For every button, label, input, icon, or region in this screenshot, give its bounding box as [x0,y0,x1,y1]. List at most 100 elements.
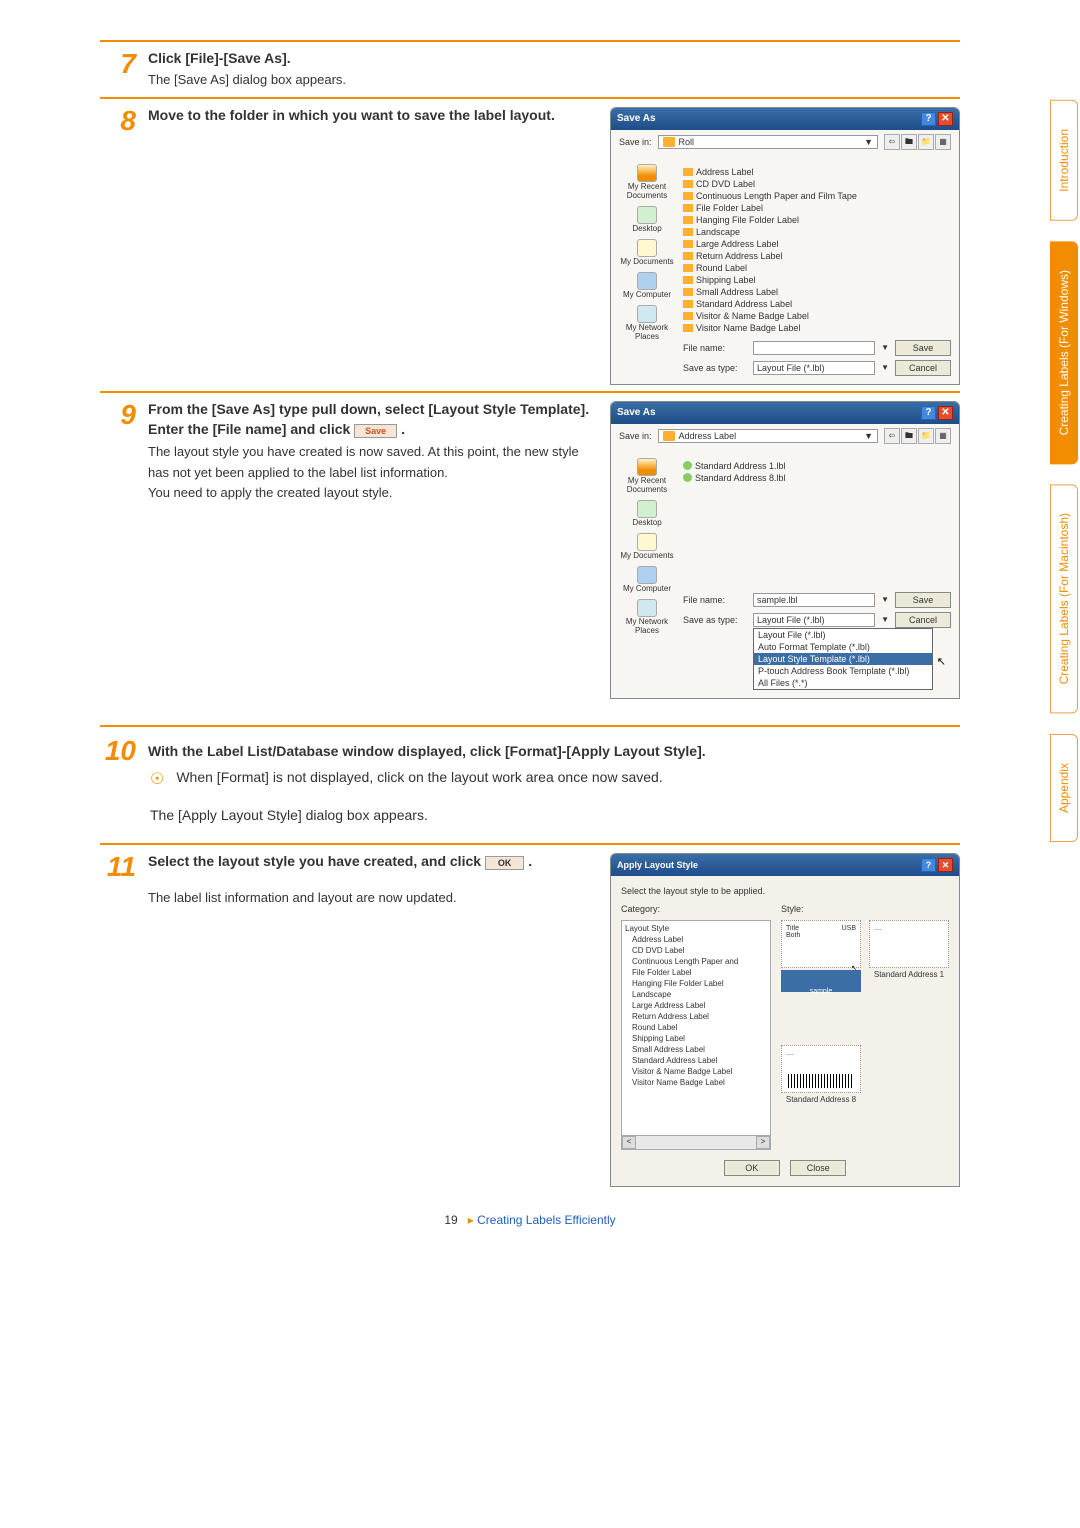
close-icon[interactable]: ✕ [938,858,953,872]
close-button[interactable]: Close [790,1160,846,1176]
tab-windows[interactable]: Creating Labels (For Windows) [1050,241,1078,464]
newfolder-icon[interactable]: 📁 [918,428,934,444]
tab-appendix[interactable]: Appendix [1050,734,1078,842]
dialog-title-text: Apply Layout Style [617,860,698,870]
dialog-title-text: Save As [617,113,656,124]
ok-inline-button: OK [485,856,525,870]
step-title: With the Label List/Database window disp… [148,737,706,759]
step-title: Click [File]-[Save As]. [148,50,960,66]
mydocs-icon[interactable] [637,239,657,257]
mycomputer-icon[interactable] [637,566,657,584]
step-8: 8 Move to the folder in which you want t… [100,97,960,385]
page-number: 19 [444,1213,457,1227]
save-inline-button: Save [354,424,397,438]
side-tabs: Introduction Creating Labels (For Window… [1050,100,1078,842]
back-icon[interactable]: ⇦ [884,134,900,150]
tip-icon: ☉ [150,769,164,789]
network-icon[interactable] [637,305,657,323]
close-icon[interactable]: ✕ [938,112,953,126]
step-number: 10 [100,737,136,765]
type-label: Save as type: [683,363,747,373]
save-as-dialog-1: Save As ? ✕ Save in: Roll▼ ⇦ 🖿 📁 [610,107,960,385]
save-button[interactable]: Save [895,592,951,608]
mycomputer-icon[interactable] [637,272,657,290]
preview-item[interactable]: Title USBBoth sample ↖ [781,920,861,1038]
tip-text: When [Format] is not displayed, click on… [176,769,662,785]
file-list[interactable]: Address Label CD DVD Label Continuous Le… [683,164,951,336]
ok-button[interactable]: OK [724,1160,780,1176]
save-button[interactable]: Save [895,340,951,356]
step-number: 8 [100,107,136,135]
file-list[interactable]: Standard Address 1.lbl Standard Address … [683,458,951,588]
nav-icons: ⇦ 🖿 📁 ▦ [884,134,951,150]
step-title-a: From the [Save As] type pull down, selec… [148,401,590,417]
footer-link[interactable]: Creating Labels Efficiently [477,1213,616,1227]
mydocs-icon[interactable] [637,533,657,551]
dialog-titlebar: Apply Layout Style ? ✕ [611,854,959,876]
close-icon[interactable]: ✕ [938,406,953,420]
preview-item[interactable]: .... Standard Address 1 [869,920,949,1038]
filename-label: File name: [683,343,747,353]
step-11: 11 Select the layout style you have crea… [100,843,960,1187]
back-icon[interactable]: ⇦ [884,428,900,444]
filename-input[interactable] [753,341,875,355]
type-dropdown[interactable]: Layout File (*.lbl) [753,613,875,627]
help-button[interactable]: ? [921,858,936,872]
newfolder-icon[interactable]: 📁 [918,134,934,150]
type-label: Save as type: [683,615,747,625]
step-title-b: Enter the [File name] and click Save . [148,421,590,438]
dialog-title-text: Save As [617,407,656,418]
desktop-icon[interactable] [637,206,657,224]
step-desc: The label list information and layout ar… [148,888,590,909]
tab-introduction[interactable]: Introduction [1050,100,1078,221]
apply-style-dialog: Apply Layout Style ? ✕ Select the layout… [610,853,960,1187]
up-icon[interactable]: 🖿 [901,134,917,150]
arrow-icon: ▸ [468,1213,474,1227]
scrollbar[interactable]: <> [622,1135,770,1149]
step-title: Select the layout style you have created… [148,853,590,870]
savein-label: Save in: [619,137,652,147]
savein-label: Save in: [619,431,652,441]
folder-icon [663,431,675,441]
category-tree[interactable]: Layout Style Address Label CD DVD Label … [621,920,771,1150]
network-icon[interactable] [637,599,657,617]
view-icon[interactable]: ▦ [935,428,951,444]
scroll-left-icon[interactable]: < [622,1136,636,1149]
desktop-icon[interactable] [637,500,657,518]
style-label: Style: [781,904,804,914]
page-footer: 19 ▸ Creating Labels Efficiently [100,1193,960,1237]
savein-dropdown[interactable]: Address Label▼ [658,429,878,443]
step-number: 7 [100,50,136,78]
filename-input[interactable]: sample.lbl [753,593,875,607]
up-icon[interactable]: 🖿 [901,428,917,444]
scroll-right-icon[interactable]: > [756,1136,770,1149]
dialog-instruction: Select the layout style to be applied. [621,886,949,896]
step-9: 9 From the [Save As] type pull down, sel… [100,391,960,699]
type-dropdown-list[interactable]: Layout File (*.lbl) Auto Format Template… [753,628,933,690]
step-number: 11 [100,853,136,881]
step-desc: The [Apply Layout Style] dialog box appe… [100,807,960,823]
save-as-dialog-2: Save As ? ✕ Save in: Address Label▼ ⇦ 🖿 … [610,401,960,699]
help-button[interactable]: ? [921,406,936,420]
step-7: 7 Click [File]-[Save As]. The [Save As] … [100,40,960,91]
step-desc: The [Save As] dialog box appears. [148,70,960,91]
step-desc: The layout style you have created is now… [148,442,590,504]
style-preview-grid: Title USBBoth sample ↖ .... Standard Add… [781,920,949,1150]
filename-label: File name: [683,595,747,605]
type-dropdown[interactable]: Layout File (*.lbl) [753,361,875,375]
step-title: Move to the folder in which you want to … [148,107,590,123]
recent-docs-icon[interactable] [637,458,657,476]
tab-macintosh[interactable]: Creating Labels (For Macintosh) [1050,484,1078,713]
dialog-titlebar: Save As ? ✕ [611,402,959,424]
savein-dropdown[interactable]: Roll▼ [658,135,878,149]
preview-item[interactable]: .... Standard Address 8 [781,1045,861,1150]
nav-icons: ⇦ 🖿 📁 ▦ [884,428,951,444]
help-button[interactable]: ? [921,112,936,126]
step-number: 9 [100,401,136,429]
folder-icon [663,137,675,147]
cancel-button[interactable]: Cancel [895,612,951,628]
recent-docs-icon[interactable] [637,164,657,182]
view-icon[interactable]: ▦ [935,134,951,150]
cancel-button[interactable]: Cancel [895,360,951,376]
cursor-icon: ↖ [851,964,857,972]
